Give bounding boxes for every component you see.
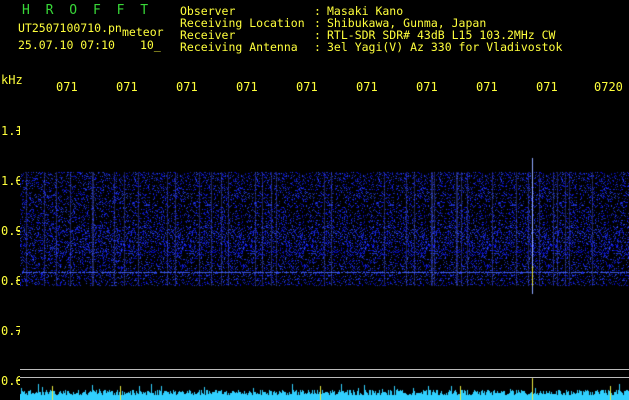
x-tick-label: 071 — [476, 80, 498, 94]
x-tick-label: 071 — [356, 80, 378, 94]
file-name: UT2507100710.pn — [18, 21, 122, 35]
antenna-value: 3el Yagi(V) Az 330 for Vladivostok — [327, 40, 563, 54]
y-axis-unit: kHz — [1, 73, 23, 87]
program-title: H R O F F T — [22, 3, 153, 18]
info-sep: : — [314, 40, 321, 54]
reference-line — [20, 369, 629, 370]
x-tick-label: 0720 — [594, 80, 623, 94]
x-tick-label: 071 — [296, 80, 318, 94]
x-tick-label: 071 — [56, 80, 78, 94]
info-label: Receiving Antenna — [180, 40, 298, 54]
meteor-label: meteor — [122, 25, 164, 39]
x-tick-label: 071 — [416, 80, 438, 94]
observation-datetime: 25.07.10 07:10 — [18, 38, 115, 52]
spectrogram-canvas — [20, 96, 629, 400]
reference-line — [20, 377, 629, 378]
x-tick-label: 071 — [176, 80, 198, 94]
x-tick-label: 071 — [536, 80, 558, 94]
frame-number: 10_ — [140, 38, 161, 52]
x-tick-label: 071 — [236, 80, 258, 94]
x-tick-label: 071 — [116, 80, 138, 94]
